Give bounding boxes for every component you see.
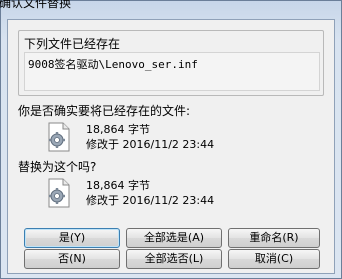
existing-file-modified: 修改于 2016/11/2 23:44 xyxy=(86,138,215,151)
settings-file-icon xyxy=(48,178,70,208)
replace-file-dialog: 确认文件替换 下列文件已经存在 9008签名驱动\Lenovo_ser.inf … xyxy=(0,0,342,279)
existing-file-group: 下列文件已经存在 9008签名驱动\Lenovo_ser.inf xyxy=(18,30,324,96)
dialog-body: 下列文件已经存在 9008签名驱动\Lenovo_ser.inf 你是否确实要将… xyxy=(7,19,335,274)
existing-file-info: 18,864 字节 修改于 2016/11/2 23:44 xyxy=(86,122,214,152)
rename-button[interactable]: 重命名(R) xyxy=(228,228,320,248)
replacement-file-size: 18,864 字节 xyxy=(86,179,150,192)
no-to-all-button[interactable]: 全部选否(L) xyxy=(126,249,222,269)
file-path: 9008签名驱动\Lenovo_ser.inf xyxy=(28,58,198,71)
yes-to-all-button[interactable]: 全部选是(A) xyxy=(126,228,222,248)
replacement-file-modified: 修改于 2016/11/2 23:44 xyxy=(86,194,215,207)
existing-question: 你是否确实要将已经存在的文件: xyxy=(18,104,191,118)
file-path-box: 9008签名驱动\Lenovo_ser.inf xyxy=(24,52,320,91)
window-title: 确认文件替换 xyxy=(0,0,72,10)
title-bar[interactable]: 确认文件替换 xyxy=(0,0,341,13)
cancel-button[interactable]: 取消(C) xyxy=(228,249,320,269)
replacement-file-info: 18,864 字节 修改于 2016/11/2 23:44 xyxy=(86,178,214,208)
settings-file-icon xyxy=(48,122,70,152)
no-button[interactable]: 否(N) xyxy=(24,249,120,269)
yes-button[interactable]: 是(Y) xyxy=(24,228,120,248)
replacement-question: 替换为这个吗? xyxy=(18,160,97,174)
group-label: 下列文件已经存在 xyxy=(24,37,121,51)
existing-file-size: 18,864 字节 xyxy=(86,123,150,136)
